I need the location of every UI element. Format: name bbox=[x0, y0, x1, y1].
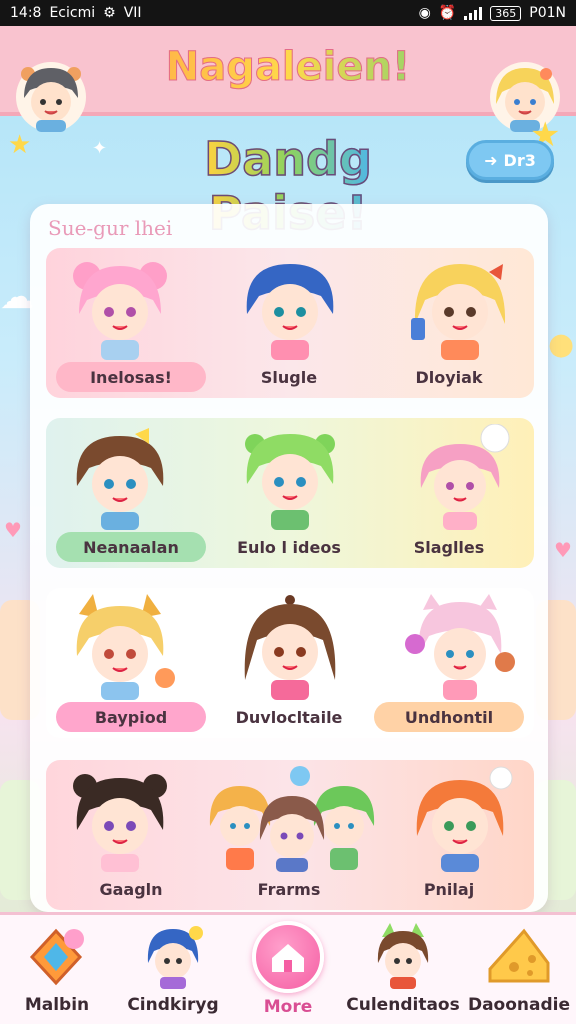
character-name-label: Dloyiak bbox=[415, 367, 483, 387]
character-row: Gaagln Frarms Pnilaj bbox=[46, 760, 534, 910]
character-row: Neanaalan Eulo l ideos Slaglles bbox=[46, 418, 534, 568]
blue-hair-boy-icon bbox=[246, 264, 334, 360]
alarm-icon: ⏰ bbox=[438, 5, 457, 21]
character-name-label: Baypiod bbox=[56, 702, 206, 732]
status-bar: 14:8 Ecicmi ⚙ VII ◉ ⏰ 365 P01N bbox=[0, 0, 576, 26]
character-name-label: Slugle bbox=[260, 367, 318, 387]
wifi-icon: ◉ bbox=[418, 5, 431, 21]
status-left-text: Ecicmi bbox=[49, 5, 96, 21]
character-name-label: Frarms bbox=[257, 879, 321, 899]
nav-label: Cindkiryg bbox=[127, 995, 219, 1015]
character-card[interactable] bbox=[50, 422, 190, 532]
character-card[interactable] bbox=[220, 592, 360, 702]
character-card[interactable] bbox=[50, 764, 190, 874]
nav-item-malbin[interactable]: Malbin bbox=[2, 921, 112, 1021]
nav-item-cindkiryg[interactable]: Cindkiryg bbox=[118, 921, 228, 1021]
status-left: 14:8 Ecicmi ⚙ VII bbox=[10, 5, 142, 21]
bottom-navigation: Malbin Cindkiryg More Culenditaos Daoona… bbox=[0, 912, 576, 1024]
character-selection-panel: Sue-gur lhei Inelosas! Slugle Dloyiak Ne… bbox=[30, 204, 548, 912]
battery-indicator: 365 bbox=[490, 5, 522, 21]
banner-button-label: Dr3 bbox=[503, 150, 536, 170]
character-icon bbox=[135, 921, 211, 991]
character-card[interactable] bbox=[390, 764, 530, 874]
nav-item-culenditaos[interactable]: Culenditaos bbox=[346, 921, 460, 1021]
nav-label: Daoonadie bbox=[467, 995, 571, 1015]
gem-frame-icon bbox=[19, 921, 95, 991]
character-card[interactable] bbox=[50, 252, 190, 362]
arrow-icon: ➜ bbox=[484, 150, 498, 170]
section-title: Sue-gur lhei bbox=[48, 216, 173, 240]
character-card[interactable] bbox=[390, 422, 530, 532]
star-icon: ★ bbox=[8, 130, 32, 160]
character-name-label: Neanaalan bbox=[56, 532, 206, 562]
blonde-cat-ear-boy-icon bbox=[76, 594, 175, 700]
status-right-text: P01N bbox=[529, 5, 566, 21]
character-name-label: Gaagln bbox=[99, 879, 163, 899]
heart-icon: ♥ bbox=[4, 518, 22, 542]
brown-hair-boy-icon bbox=[76, 428, 164, 530]
character-name-label: Slaglles bbox=[413, 537, 485, 557]
brown-hair-girl-icon bbox=[244, 595, 336, 700]
notification-icon: ⚙ bbox=[103, 5, 116, 21]
nav-label: Malbin bbox=[24, 995, 90, 1015]
nav-item-daoonadie[interactable]: Daoonadie bbox=[464, 921, 574, 1021]
app-header: Nagaleien! bbox=[0, 26, 576, 132]
cheese-icon bbox=[481, 921, 557, 991]
character-name-label: Undhontil bbox=[374, 702, 524, 732]
character-name-label: Duvlocltaile bbox=[235, 707, 343, 727]
signal-icon bbox=[464, 6, 483, 20]
orange-hair-girl-icon bbox=[416, 766, 513, 872]
character-card[interactable] bbox=[390, 252, 530, 362]
character-icon bbox=[365, 921, 441, 991]
cloud-icon: ☁ bbox=[0, 277, 34, 317]
heart-icon: ♥ bbox=[554, 538, 572, 562]
black-hair-girl-icon bbox=[73, 774, 167, 872]
status-right: ◉ ⏰ 365 P01N bbox=[419, 5, 566, 21]
banner-action-button[interactable]: ➜ Dr3 bbox=[466, 140, 554, 180]
green-hair-girl-icon bbox=[245, 434, 335, 530]
character-row: Inelosas! Slugle Dloyiak bbox=[46, 248, 534, 398]
home-icon bbox=[252, 921, 324, 993]
status-time: 14:8 bbox=[10, 5, 42, 21]
pink-hair-girl-icon bbox=[420, 424, 510, 530]
character-row: Baypiod Duvlocltaile Undhontil bbox=[46, 588, 534, 738]
status-carrier: VII bbox=[123, 5, 142, 21]
nav-item-more[interactable]: More bbox=[233, 921, 343, 1021]
nav-label: More bbox=[263, 997, 313, 1017]
character-card[interactable] bbox=[50, 592, 190, 702]
group-of-friends-icon bbox=[209, 766, 375, 872]
sparkle-icon: ✦ bbox=[92, 138, 108, 159]
blonde-girl-phone-icon bbox=[411, 264, 506, 360]
character-name-label: Pnilaj bbox=[423, 879, 475, 899]
character-card[interactable] bbox=[220, 422, 360, 532]
cat-hood-girl-icon bbox=[405, 594, 515, 700]
character-card[interactable] bbox=[390, 592, 530, 702]
character-group-card[interactable] bbox=[202, 764, 382, 874]
character-card[interactable] bbox=[220, 252, 360, 362]
character-name-label: Inelosas! bbox=[56, 362, 206, 392]
sun-icon: ● bbox=[548, 327, 575, 362]
pink-hair-girl-icon bbox=[73, 262, 167, 360]
character-name-label: Eulo l ideos bbox=[237, 537, 341, 557]
nav-label: Culenditaos bbox=[346, 995, 460, 1015]
